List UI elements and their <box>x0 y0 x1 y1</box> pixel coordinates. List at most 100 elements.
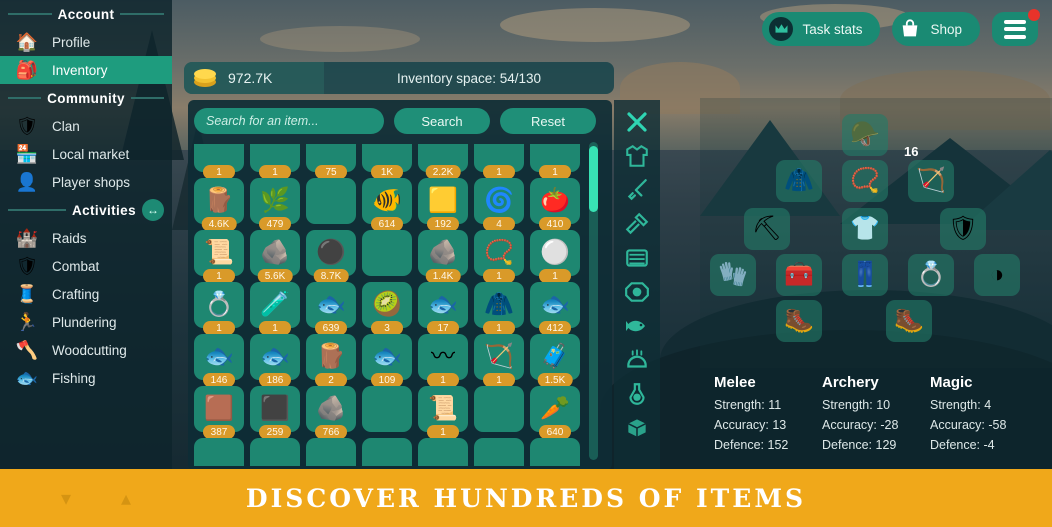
sidebar-item-combat[interactable]: 🛡 Combat <box>0 252 172 280</box>
sidebar-item-player-shops[interactable]: 👤 Player shops <box>0 168 172 196</box>
chevron-down-icon[interactable]: ▾ <box>55 487 77 510</box>
inventory-scrollbar[interactable] <box>589 142 598 460</box>
inventory-slot[interactable]: 🌀 4 <box>474 178 524 231</box>
inventory-slot-empty[interactable] <box>530 438 580 466</box>
equipment-slot-weapon[interactable]: ⛏ <box>744 208 790 250</box>
inventory-slot[interactable]: 🐟 186 <box>250 334 300 387</box>
stat-row: Strength: 4 <box>930 398 992 412</box>
equipment-slot-boots-left[interactable]: 🥾 <box>776 300 822 342</box>
inventory-slot-empty[interactable]: 75 <box>306 144 356 179</box>
market-stall-icon: 🏪 <box>15 143 39 164</box>
equipment-slot-boots-right[interactable]: 🥾 <box>886 300 932 342</box>
chevron-up-icon[interactable]: ▴ <box>115 487 137 510</box>
inventory-slot[interactable]: ⚪ 1 <box>530 230 580 283</box>
inventory-slot[interactable]: 🟫 387 <box>194 386 244 439</box>
inventory-slot-empty[interactable]: 1 <box>194 144 244 179</box>
menu-line <box>1004 19 1026 24</box>
inventory-slot[interactable]: ⚫ 8.7K <box>306 230 356 283</box>
inventory-slot[interactable]: 🟨 192 <box>418 178 468 231</box>
category-filter-clear-filter[interactable] <box>619 105 655 139</box>
inventory-slot[interactable]: 🧪 1 <box>250 282 300 335</box>
inventory-slot[interactable]: 🥝 3 <box>362 282 412 335</box>
sidebar-section-title: Community <box>47 90 125 106</box>
inventory-slot-empty[interactable] <box>306 438 356 466</box>
sidebar-item-raids[interactable]: 🏰 Raids <box>0 224 172 252</box>
search-button[interactable]: Search <box>394 108 490 134</box>
equipment-slot-tool-belt[interactable]: 🧰 <box>776 254 822 296</box>
equipment-slot-gloves[interactable]: 🧤 <box>710 254 756 296</box>
category-filter-weapons[interactable] <box>619 173 655 207</box>
category-filter-potions[interactable] <box>619 377 655 411</box>
inventory-slot[interactable]: 🐟 17 <box>418 282 468 335</box>
sidebar-item-clan[interactable]: 🛡 Clan <box>0 112 172 140</box>
inventory-slot-empty[interactable] <box>306 178 356 224</box>
inventory-slot[interactable]: 🪨 5.6K <box>250 230 300 283</box>
search-input[interactable] <box>194 108 384 134</box>
category-filter-logs-planks[interactable] <box>619 241 655 275</box>
category-filter-food[interactable] <box>619 343 655 377</box>
sidebar-item-inventory[interactable]: 🎒 Inventory <box>0 56 172 84</box>
inventory-slot[interactable]: 📿 1 <box>474 230 524 283</box>
category-filter-gems[interactable] <box>619 275 655 309</box>
shop-button[interactable]: Shop <box>892 12 980 46</box>
sidebar-item-woodcutting[interactable]: 🪓 Woodcutting <box>0 336 172 364</box>
inventory-slot[interactable]: 🐟 109 <box>362 334 412 387</box>
inventory-slot-empty[interactable] <box>474 386 524 432</box>
item-quantity: 1 <box>203 165 235 179</box>
category-filter-armour[interactable] <box>619 139 655 173</box>
inventory-slot-empty[interactable] <box>250 438 300 466</box>
inventory-slot[interactable]: 🐟 146 <box>194 334 244 387</box>
inventory-slot[interactable]: 🪨 1.4K <box>418 230 468 283</box>
equipment-slot-helmet[interactable]: 🪖 <box>842 114 888 156</box>
sidebar-item-fishing[interactable]: 🐟 Fishing <box>0 364 172 392</box>
inventory-slot-empty[interactable]: 1 <box>530 144 580 179</box>
sidebar-item-crafting[interactable]: 🧵 Crafting <box>0 280 172 308</box>
sidebar-item-profile[interactable]: 🏠 Profile <box>0 28 172 56</box>
inventory-slot-empty[interactable]: 1K <box>362 144 412 179</box>
inventory-slot[interactable]: 🪵 2 <box>306 334 356 387</box>
equipment-slot-shield[interactable]: 🛡 <box>940 208 986 250</box>
inventory-slot[interactable]: 〰 1 <box>418 334 468 387</box>
equipment-slot-bracelet[interactable]: ◑ <box>974 254 1020 296</box>
inventory-slot[interactable]: 🍅 410 <box>530 178 580 231</box>
inventory-slot[interactable]: 🪨 766 <box>306 386 356 439</box>
equipment-slot-cape[interactable]: 🧥 <box>776 160 822 202</box>
inventory-slot[interactable]: 💍 1 <box>194 282 244 335</box>
activities-toggle-icon[interactable]: ↔ <box>142 199 164 221</box>
inventory-slot[interactable]: 🐟 639 <box>306 282 356 335</box>
scrollbar-thumb[interactable] <box>589 146 598 212</box>
inventory-slot-empty[interactable] <box>362 386 412 432</box>
equipment-slot-legs[interactable]: 👖 <box>842 254 888 296</box>
inventory-slot-empty[interactable]: 1 <box>250 144 300 179</box>
inventory-slot-empty[interactable] <box>474 438 524 466</box>
inventory-slot[interactable]: 🌿 479 <box>250 178 300 231</box>
category-filter-misc[interactable] <box>619 411 655 445</box>
inventory-slot[interactable]: 🧥 1 <box>474 282 524 335</box>
inventory-slot-empty[interactable] <box>194 438 244 466</box>
equipment-slot-ammo[interactable]: 🏹 16 <box>904 144 954 202</box>
inventory-slot-empty[interactable] <box>362 438 412 466</box>
hamburger-menu-icon[interactable] <box>992 9 1040 46</box>
equipment-slot-amulet[interactable]: 📿 <box>842 160 888 202</box>
equipment-slot-ring[interactable]: 💍 <box>908 254 954 296</box>
inventory-slot[interactable]: 🐟 412 <box>530 282 580 335</box>
task-stats-button[interactable]: Task stats <box>762 12 881 46</box>
inventory-slot[interactable]: 🐠 614 <box>362 178 412 231</box>
inventory-slot[interactable]: 🏹 1 <box>474 334 524 387</box>
category-filter-fish[interactable] <box>619 309 655 343</box>
sidebar-item-plundering[interactable]: 🏃 Plundering <box>0 308 172 336</box>
inventory-slot-empty[interactable]: 1 <box>474 144 524 179</box>
inventory-slot[interactable]: 🪵 4.6K <box>194 178 244 231</box>
inventory-slot-empty[interactable] <box>362 230 412 276</box>
inventory-slot[interactable]: 🧳 1.5K <box>530 334 580 387</box>
inventory-slot[interactable]: 📜 1 <box>194 230 244 283</box>
equipment-slot-body[interactable]: 👕 <box>842 208 888 250</box>
sidebar-item-local-market[interactable]: 🏪 Local market <box>0 140 172 168</box>
inventory-slot-empty[interactable] <box>418 438 468 466</box>
inventory-slot[interactable]: ⬛ 259 <box>250 386 300 439</box>
inventory-slot-empty[interactable]: 2.2K <box>418 144 468 179</box>
inventory-slot[interactable]: 🥕 640 <box>530 386 580 439</box>
inventory-slot[interactable]: 📜 1 <box>418 386 468 439</box>
category-filter-tools[interactable] <box>619 207 655 241</box>
reset-button[interactable]: Reset <box>500 108 596 134</box>
